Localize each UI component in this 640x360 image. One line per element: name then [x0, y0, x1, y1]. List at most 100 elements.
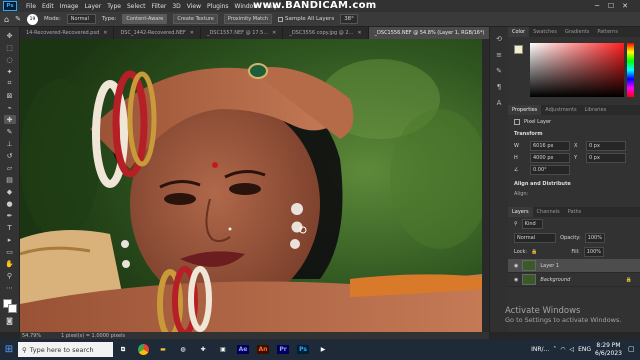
crop-tool-icon[interactable]: ⌗ [4, 79, 16, 88]
start-button[interactable]: ⊞ [0, 339, 18, 360]
app-icon[interactable]: ▶ [313, 339, 333, 360]
frame-tool-icon[interactable]: ⊠ [4, 91, 16, 100]
healing-brush-tool-icon[interactable]: ✚ [3, 115, 16, 124]
sample-all-layers-checkbox[interactable]: Sample All Layers [278, 16, 334, 22]
app-icon[interactable]: ▣ [213, 339, 233, 360]
zoom-tool-icon[interactable]: ⚲ [4, 271, 16, 280]
wifi-icon[interactable]: ◠ [560, 346, 565, 353]
tab-gradients[interactable]: Gradients [561, 29, 593, 35]
app-icon[interactable]: ◍ [173, 339, 193, 360]
content-aware-button[interactable]: Content-Aware [122, 14, 168, 24]
transform-heading[interactable]: Transform [508, 127, 640, 139]
brush-size[interactable]: 19 [26, 13, 38, 25]
tab-channels[interactable]: Channels [533, 209, 564, 215]
pen-tool-icon[interactable]: ✒ [4, 211, 16, 220]
menu-select[interactable]: Select [124, 3, 149, 10]
angle-field[interactable]: 0.00° [530, 165, 570, 175]
vertical-scrollbar[interactable] [482, 39, 489, 332]
tab-libraries[interactable]: Libraries [581, 107, 611, 113]
clock[interactable]: 8:29 PM 6/6/2023 [595, 342, 622, 358]
menu-file[interactable]: File [23, 3, 39, 10]
close-icon[interactable]: ✕ [618, 0, 632, 11]
close-tab-icon[interactable]: ✕ [103, 30, 107, 36]
eyedropper-tool-icon[interactable]: ⌁ [4, 103, 16, 112]
zoom-level[interactable]: 54.79% [22, 333, 41, 339]
proximity-match-button[interactable]: Proximity Match [223, 14, 273, 24]
visibility-eye-icon[interactable]: ◉ [514, 277, 518, 283]
tab-layers[interactable]: Layers [508, 207, 533, 217]
task-view-icon[interactable]: ⧉ [113, 339, 133, 360]
menu-filter[interactable]: Filter [149, 3, 170, 10]
file-explorer-icon[interactable]: ▬ [153, 339, 173, 360]
quick-select-tool-icon[interactable]: ✦ [4, 67, 16, 76]
tab-paths[interactable]: Paths [564, 209, 586, 215]
width-field[interactable]: 6016 px [530, 141, 570, 151]
doc-tab[interactable]: _DSC1557.NEF @ 17.5... ✕ [201, 27, 284, 39]
dodge-tool-icon[interactable]: ● [4, 199, 16, 208]
align-heading[interactable]: Align and Distribute [508, 177, 640, 189]
create-texture-button[interactable]: Create Texture [173, 14, 218, 24]
layer-name[interactable]: Layer 1 [540, 263, 559, 269]
properties-icon[interactable]: ≡ [496, 51, 502, 59]
paragraph-icon[interactable]: ¶ [497, 83, 501, 91]
app-icon[interactable]: ✚ [193, 339, 213, 360]
menu-edit[interactable]: Edit [39, 3, 57, 10]
history-brush-tool-icon[interactable]: ↺ [4, 151, 16, 160]
chevron-up-icon[interactable]: ˄ [553, 346, 556, 353]
close-tab-icon[interactable]: ✕ [272, 30, 276, 36]
fill-field[interactable]: 100% [583, 247, 604, 257]
tab-color[interactable]: Color [508, 27, 530, 37]
notification-icon[interactable]: ▢ [628, 345, 635, 353]
doc-tab[interactable]: DSC_1442-Recovered.NEF ✕ [114, 27, 201, 39]
volume-icon[interactable]: ◁ [569, 346, 574, 353]
home-icon[interactable]: ⌂ [4, 15, 9, 24]
fg-bg-swatch[interactable] [514, 45, 523, 54]
clone-stamp-tool-icon[interactable]: ⊥ [4, 139, 16, 148]
background-color[interactable] [7, 304, 17, 313]
menu-layer[interactable]: Layer [81, 3, 104, 10]
opacity-field[interactable]: 100% [584, 233, 605, 243]
menu-3d[interactable]: 3D [169, 3, 183, 10]
menu-plugins[interactable]: Plugins [204, 3, 232, 10]
lock-icon[interactable]: 🔒 [531, 249, 537, 255]
quick-mask-icon[interactable]: ◙ [4, 316, 16, 325]
blur-tool-icon[interactable]: ◆ [4, 187, 16, 196]
type-tool-icon[interactable]: T [4, 223, 16, 232]
tab-swatches[interactable]: Swatches [529, 29, 561, 35]
document-canvas[interactable] [20, 39, 482, 332]
shape-tool-icon[interactable]: ▭ [4, 247, 16, 256]
visibility-eye-icon[interactable]: ◉ [514, 263, 518, 269]
layer-name[interactable]: Background [540, 277, 570, 283]
animate-icon[interactable]: An [253, 339, 273, 360]
doc-tab[interactable]: 14-Recovered-Recovered.psd ✕ [20, 27, 115, 39]
tab-properties[interactable]: Properties [508, 105, 542, 115]
brush-tool-icon[interactable]: ✎ [4, 127, 16, 136]
character-icon[interactable]: A [497, 99, 502, 107]
photoshop-taskbar-icon[interactable]: Ps [293, 339, 313, 360]
doc-tab-active[interactable]: _DSC1556.NEF @ 54.8% (Layer 1, RGB/16*)✕ [368, 27, 500, 39]
layer-row[interactable]: ◉ Layer 1 [508, 259, 640, 273]
tab-patterns[interactable]: Patterns [593, 29, 622, 35]
lasso-tool-icon[interactable]: ◌ [4, 55, 16, 64]
color-picker[interactable] [508, 37, 640, 105]
layer-row[interactable]: ◉ Background 🔒 [508, 273, 640, 287]
gradient-tool-icon[interactable]: ▤ [4, 175, 16, 184]
tab-adjustments[interactable]: Adjustments [541, 107, 580, 113]
eraser-tool-icon[interactable]: ▱ [4, 163, 16, 172]
close-tab-icon[interactable]: ✕ [357, 30, 361, 36]
height-field[interactable]: 4000 px [530, 153, 570, 163]
currency-indicator[interactable]: INR/... [531, 346, 549, 353]
blend-mode-select[interactable]: Normal [514, 233, 557, 243]
close-tab-icon[interactable]: ✕ [190, 30, 194, 36]
mode-select[interactable]: Normal [66, 14, 96, 24]
language-indicator[interactable]: ENG [578, 346, 591, 353]
history-icon[interactable]: ⟲ [496, 35, 502, 43]
brush-settings-icon[interactable]: ✎ [496, 67, 502, 75]
hand-tool-icon[interactable]: ✋ [4, 259, 16, 268]
angle-field[interactable]: 38° [340, 14, 358, 24]
taskbar-search[interactable]: ⚲ Type here to search [18, 342, 113, 357]
move-tool-icon[interactable]: ✥ [4, 31, 16, 40]
x-field[interactable]: 0 px [586, 141, 626, 151]
hue-slider[interactable] [627, 43, 634, 97]
path-select-tool-icon[interactable]: ▸ [4, 235, 16, 244]
